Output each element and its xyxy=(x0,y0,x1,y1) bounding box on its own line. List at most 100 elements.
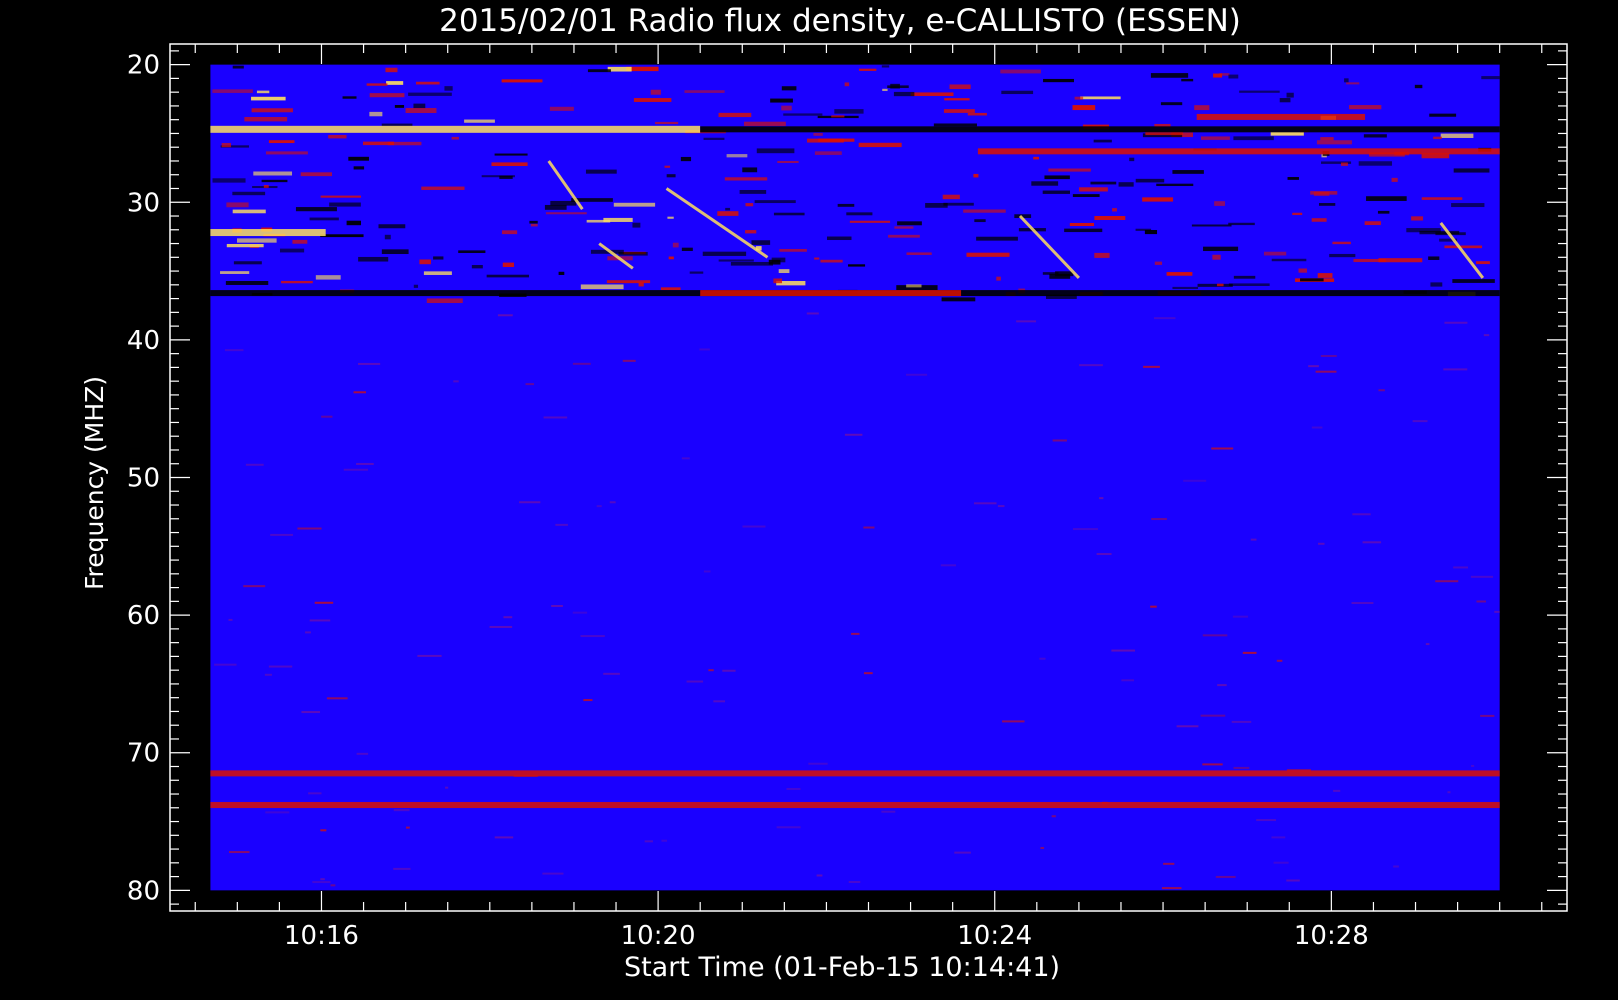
heatmap-speckle xyxy=(1363,134,1387,138)
heatmap-speckle xyxy=(751,240,771,245)
heatmap-speckle xyxy=(491,162,528,167)
heatmap-speckle xyxy=(501,79,543,83)
heatmap-speckle xyxy=(1308,365,1319,368)
heatmap-speckle xyxy=(346,220,361,226)
heatmap-speckle xyxy=(1481,76,1500,80)
heatmap-speckle xyxy=(1072,194,1100,197)
y-tick-label: 70 xyxy=(127,739,160,769)
heatmap-speckle xyxy=(739,189,767,194)
heatmap-speckle xyxy=(1052,439,1067,442)
heatmap-speckle xyxy=(844,433,863,436)
heatmap-speckle xyxy=(816,874,823,877)
heatmap-speckle xyxy=(580,284,624,290)
heatmap-speckle xyxy=(681,247,693,251)
heatmap-speckle xyxy=(1231,720,1252,723)
heatmap-speckle xyxy=(1228,74,1239,79)
heatmap-speckle xyxy=(228,618,233,621)
heatmap-speckle xyxy=(1320,354,1337,357)
heatmap-speckle xyxy=(1435,580,1459,583)
heatmap-speckle xyxy=(1425,643,1430,646)
heatmap-speckle xyxy=(279,248,305,253)
heatmap-speckle xyxy=(1279,98,1291,103)
heatmap-speckle xyxy=(725,207,731,211)
heatmap-speckle xyxy=(366,83,388,86)
heatmap-speckle xyxy=(413,284,419,288)
heatmap-speckle xyxy=(606,280,651,284)
heatmap-speckle xyxy=(549,106,574,111)
heatmap-speckle xyxy=(295,207,337,212)
heatmap-speckle xyxy=(745,230,757,234)
y-tick-label: 50 xyxy=(127,464,160,494)
heatmap-speckle xyxy=(846,212,873,216)
heatmap-speckle xyxy=(228,851,250,854)
heatmap-speckle xyxy=(1393,865,1399,868)
heatmap-speckle xyxy=(905,373,928,376)
heatmap-speckle xyxy=(1311,218,1327,222)
heatmap-speckle xyxy=(742,525,766,528)
x-axis-label: Start Time (01-Feb-15 10:14:41) xyxy=(624,952,1060,983)
heatmap-speckle xyxy=(1212,254,1221,260)
heatmap-speckle xyxy=(944,98,970,101)
heatmap-speckle xyxy=(1202,763,1223,766)
heatmap-speckle xyxy=(1316,140,1352,145)
heatmap-speckle xyxy=(314,601,334,604)
heatmap-speckle xyxy=(1200,136,1230,140)
heatmap-speckle xyxy=(270,533,293,536)
heatmap-speckle xyxy=(281,280,313,284)
heatmap-speckle xyxy=(1183,479,1207,482)
heatmap-speckle xyxy=(1197,283,1233,287)
heatmap-speckle xyxy=(622,359,636,362)
heatmap-speckle xyxy=(942,194,960,200)
heatmap-speckle xyxy=(963,209,1006,213)
heatmap-speckle xyxy=(1051,815,1056,818)
heatmap-speckle xyxy=(263,184,269,188)
heatmap-speckle xyxy=(1352,513,1371,516)
emission-band xyxy=(210,802,1500,809)
heatmap-speckle xyxy=(494,153,528,156)
heatmap-speckle xyxy=(1421,197,1463,200)
heatmap-speckle xyxy=(1333,789,1341,792)
heatmap-speckle xyxy=(1135,178,1165,183)
heatmap-speckle xyxy=(882,88,888,92)
heatmap-speckle xyxy=(353,166,365,170)
heatmap-speckle xyxy=(1329,253,1356,258)
heatmap-speckle xyxy=(489,625,513,628)
y-tick-label: 20 xyxy=(127,51,160,81)
heatmap-speckle xyxy=(220,271,250,274)
heatmap-speckle xyxy=(1154,261,1163,265)
heatmap-speckle xyxy=(315,275,341,280)
heatmap-speckle xyxy=(1433,136,1442,140)
heatmap-speckle xyxy=(261,179,288,183)
heatmap-speckle xyxy=(1320,137,1334,141)
heatmap-speckle xyxy=(820,259,843,263)
heatmap-speckle xyxy=(544,204,567,210)
heatmap-speckle xyxy=(309,217,339,221)
heatmap-speckle xyxy=(973,173,979,178)
heatmap-speckle xyxy=(966,252,1010,257)
heatmap-speckle xyxy=(451,136,459,140)
heatmap-speckle xyxy=(974,502,997,505)
heatmap-speckle xyxy=(949,84,971,90)
heatmap-speckle xyxy=(1094,216,1126,220)
heatmap-speckle xyxy=(756,148,795,154)
heatmap-speckle xyxy=(256,90,270,94)
heatmap-speckle xyxy=(243,585,266,588)
emission-band xyxy=(700,290,962,297)
heatmap-speckle xyxy=(558,271,565,275)
heatmap-speckle xyxy=(585,169,617,174)
heatmap-speckle xyxy=(1080,96,1121,100)
heatmap-speckle xyxy=(1079,187,1108,192)
heatmap-speckle xyxy=(519,501,541,504)
heatmap-speckle xyxy=(1444,321,1468,324)
heatmap-speckle xyxy=(1042,190,1070,194)
heatmap-speckle xyxy=(1378,389,1385,392)
heatmap-speckle xyxy=(1121,679,1135,682)
heatmap-speckle xyxy=(684,90,725,93)
heatmap-speckle xyxy=(1346,82,1360,85)
heatmap-speckle xyxy=(232,65,244,69)
heatmap-speckle xyxy=(717,211,739,216)
heatmap-speckle xyxy=(525,383,535,386)
heatmap-speckle xyxy=(1233,275,1256,279)
heatmap-speckle xyxy=(773,278,783,284)
heatmap-speckle xyxy=(1428,256,1440,260)
